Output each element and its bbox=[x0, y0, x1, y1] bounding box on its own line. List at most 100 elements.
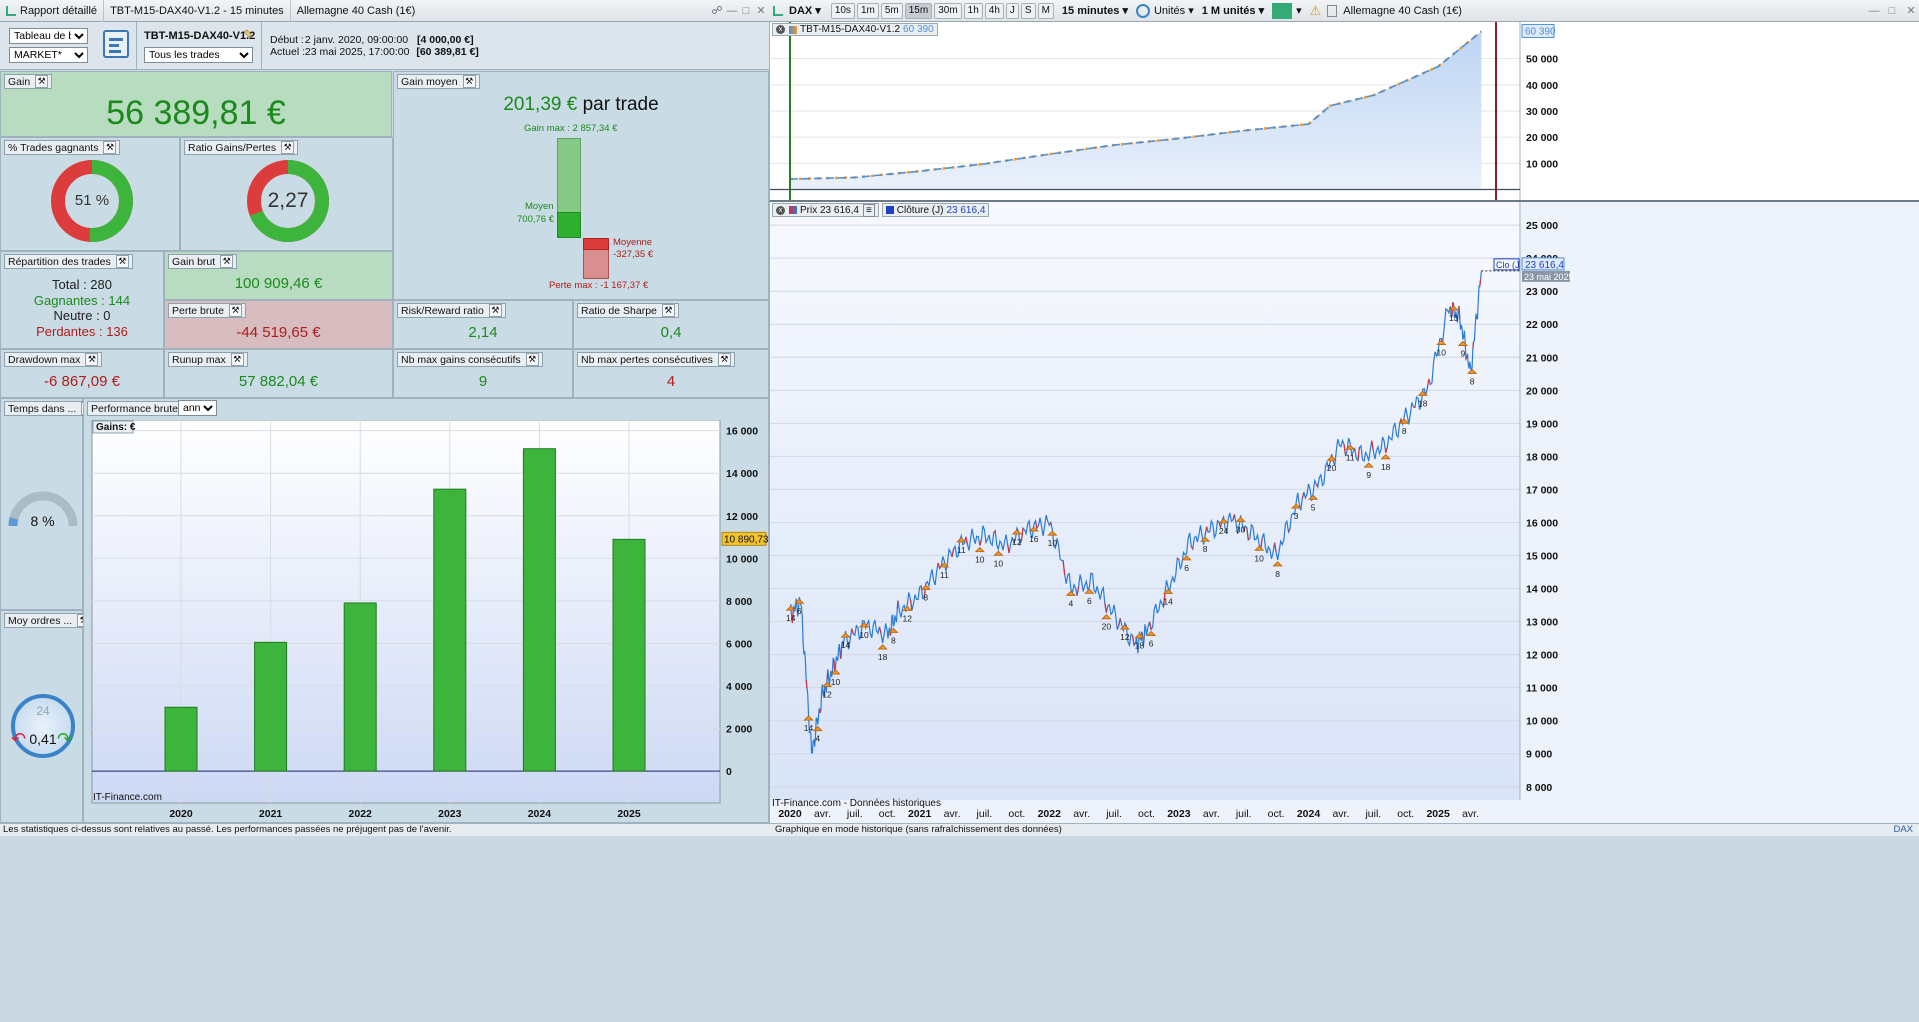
trade-count-label: 24 bbox=[1219, 526, 1229, 536]
list-icon[interactable]: ≡ bbox=[862, 203, 875, 217]
tf-1m[interactable]: 1m bbox=[856, 2, 879, 19]
wrench-icon[interactable]: ⚒ bbox=[717, 353, 731, 366]
x-tick-label: 2024 bbox=[528, 808, 552, 820]
info-icon[interactable] bbox=[1327, 4, 1338, 17]
wrench-icon[interactable]: ⚒ bbox=[115, 255, 129, 268]
wrench-icon[interactable]: ⚒ bbox=[220, 255, 234, 268]
wrench-icon[interactable]: ⚒ bbox=[35, 75, 49, 88]
close-icon[interactable]: ✕ bbox=[1903, 4, 1919, 17]
rr-panel: Risk/Reward ratio ⚒ 2,14 bbox=[393, 300, 573, 349]
tf-15m[interactable]: 15m bbox=[904, 2, 933, 19]
tf-1h[interactable]: 1h bbox=[963, 2, 983, 19]
equity-series-tag: x TBT-M15-DAX40-V1.2 60 390 bbox=[772, 23, 938, 36]
trade-count-label: 14 bbox=[1163, 596, 1173, 606]
y-tick-label: 23 000 bbox=[1526, 286, 1558, 298]
pct-win-label-box: % Trades gagnants ⚒ bbox=[4, 140, 121, 155]
units-dropdown[interactable]: Unités ▾ bbox=[1154, 4, 1194, 17]
ratio-label: Ratio Gains/Pertes bbox=[188, 141, 277, 154]
market-select[interactable]: MARKET* bbox=[9, 47, 88, 63]
tf-5m[interactable]: 5m bbox=[880, 2, 903, 19]
tf-4h[interactable]: 4h bbox=[984, 2, 1004, 19]
close-color-icon bbox=[885, 206, 894, 214]
close-tag: Clôture (J) 23 616,4 bbox=[881, 203, 990, 217]
x-tick-label: 2023 bbox=[1167, 808, 1191, 820]
last-date-label: 23 mai 2025 bbox=[1524, 272, 1574, 282]
trade-count-label: 6 bbox=[1149, 639, 1154, 649]
symbol-dropdown[interactable]: DAX ▾ bbox=[789, 4, 821, 17]
runup-label-box: Runup max ⚒ bbox=[168, 352, 248, 367]
wrench-icon[interactable]: ⚒ bbox=[228, 304, 242, 317]
trade-count-label: 18 bbox=[1418, 398, 1428, 408]
sharpe-value: 0,4 bbox=[660, 324, 682, 341]
tf-j[interactable]: J bbox=[1005, 2, 1019, 19]
tf-s[interactable]: S bbox=[1020, 2, 1036, 19]
perf-period-select[interactable]: année bbox=[178, 400, 217, 416]
wrench-icon[interactable]: ⚒ bbox=[103, 141, 117, 154]
units-select[interactable]: 1 M unités ▾ bbox=[1202, 4, 1264, 17]
close-series-icon[interactable]: x bbox=[776, 25, 785, 34]
y-tick-label: 30 000 bbox=[1526, 106, 1558, 118]
trade-count-label: 10 bbox=[859, 630, 869, 640]
restore-icon[interactable]: □ bbox=[1885, 5, 1899, 17]
edit-icon[interactable]: ✎ bbox=[243, 27, 254, 43]
y-tick-label: 4 000 bbox=[726, 681, 752, 693]
wrench-icon[interactable]: ⚒ bbox=[230, 353, 244, 366]
trade-count-label: 4 bbox=[815, 734, 820, 744]
wrench-icon[interactable]: ⚒ bbox=[525, 353, 539, 366]
trade-count-label: 16 bbox=[1029, 534, 1039, 544]
minimize-icon[interactable]: — bbox=[1867, 5, 1881, 17]
report-tab[interactable]: Rapport détaillé bbox=[0, 0, 105, 22]
restore-icon[interactable]: □ bbox=[739, 5, 753, 17]
trade-count-label: 9 bbox=[1366, 470, 1371, 480]
x-tick-label: 2020 bbox=[778, 808, 802, 820]
trade-count-label: 10 bbox=[1254, 553, 1264, 563]
warning-icon[interactable]: ⚠ bbox=[1310, 3, 1322, 19]
trade-count-label: 8 bbox=[923, 592, 928, 602]
trade-count-label: 14 bbox=[841, 640, 851, 650]
y-tick-label: 13 000 bbox=[1526, 617, 1558, 629]
wrench-icon[interactable]: ⚒ bbox=[85, 353, 99, 366]
minimize-icon[interactable]: — bbox=[725, 5, 739, 17]
gain-value: 56 389,81 € bbox=[106, 94, 286, 132]
tf-m[interactable]: M bbox=[1037, 2, 1054, 19]
y-tick-label: 8 000 bbox=[1526, 782, 1552, 794]
tf-10s[interactable]: 10s bbox=[830, 2, 855, 19]
trade-count-label: 10 bbox=[831, 677, 841, 687]
trade-count-label: 8 bbox=[1275, 569, 1280, 579]
tf-30m[interactable]: 30m bbox=[934, 2, 962, 19]
header-divider bbox=[136, 22, 137, 70]
interval-dropdown[interactable]: 15 minutes ▾ bbox=[1062, 4, 1128, 17]
perdantes-text: Perdantes : 136 bbox=[36, 323, 128, 339]
trades-filter-select[interactable]: Tous les trades bbox=[144, 47, 253, 63]
wrench-icon[interactable]: ⚒ bbox=[661, 304, 675, 317]
moyen-label: Moyen bbox=[525, 201, 554, 212]
x-tick-label: 2025 bbox=[1426, 808, 1450, 820]
report-settings-icon[interactable] bbox=[103, 30, 129, 58]
y-tick-label: 20 000 bbox=[1526, 385, 1558, 397]
sharpe-label-box: Ratio de Sharpe ⚒ bbox=[577, 303, 679, 318]
header-divider-2 bbox=[261, 22, 262, 70]
status-left: Les statistiques ci-dessus sont relative… bbox=[0, 823, 769, 836]
nb-gains-label-box: Nb max gains consécutifs ⚒ bbox=[397, 352, 543, 367]
y-tick-label: 17 000 bbox=[1526, 484, 1558, 496]
dashboard-select[interactable]: Tableau de bord bbox=[9, 28, 88, 44]
gain-moyen-line: 201,39 € par trade bbox=[394, 94, 768, 116]
report-header: Tableau de bord MARKET* TBT-M15-DAX40-V1… bbox=[0, 22, 769, 70]
nb-pertes-label-box: Nb max pertes consécutives ⚒ bbox=[577, 352, 735, 367]
y-tick-label: 21 000 bbox=[1526, 352, 1558, 364]
indicator-dropdown-icon[interactable]: ▾ bbox=[1296, 4, 1302, 17]
y-tick-label: 12 000 bbox=[1526, 650, 1558, 662]
strategy-tab[interactable]: TBT-M15-DAX40-V1.2 - 15 minutes bbox=[104, 0, 291, 22]
status-right-text: Graphique en mode historique (sans rafra… bbox=[775, 824, 1062, 835]
wrench-icon[interactable]: ⚒ bbox=[462, 75, 476, 88]
gain-brut-panel: Gain brut ⚒ 100 909,46 € bbox=[164, 251, 393, 300]
share-icon[interactable]: ☍ bbox=[709, 4, 725, 17]
price-chart-area: 8 000 9 000 10 000 11 000 12 000 13 000 14 000… bbox=[769, 202, 1919, 823]
wrench-icon[interactable]: ⚒ bbox=[488, 304, 502, 317]
indicator-icon[interactable] bbox=[1272, 2, 1293, 19]
close-series-icon[interactable]: x bbox=[776, 205, 785, 215]
nb-pertes-panel: Nb max pertes consécutives ⚒ 4 bbox=[573, 349, 769, 398]
close-icon[interactable]: ✕ bbox=[753, 4, 769, 17]
wrench-icon[interactable]: ⚒ bbox=[281, 141, 295, 154]
instrument-tab[interactable]: Allemagne 40 Cash (1€) bbox=[291, 0, 422, 22]
